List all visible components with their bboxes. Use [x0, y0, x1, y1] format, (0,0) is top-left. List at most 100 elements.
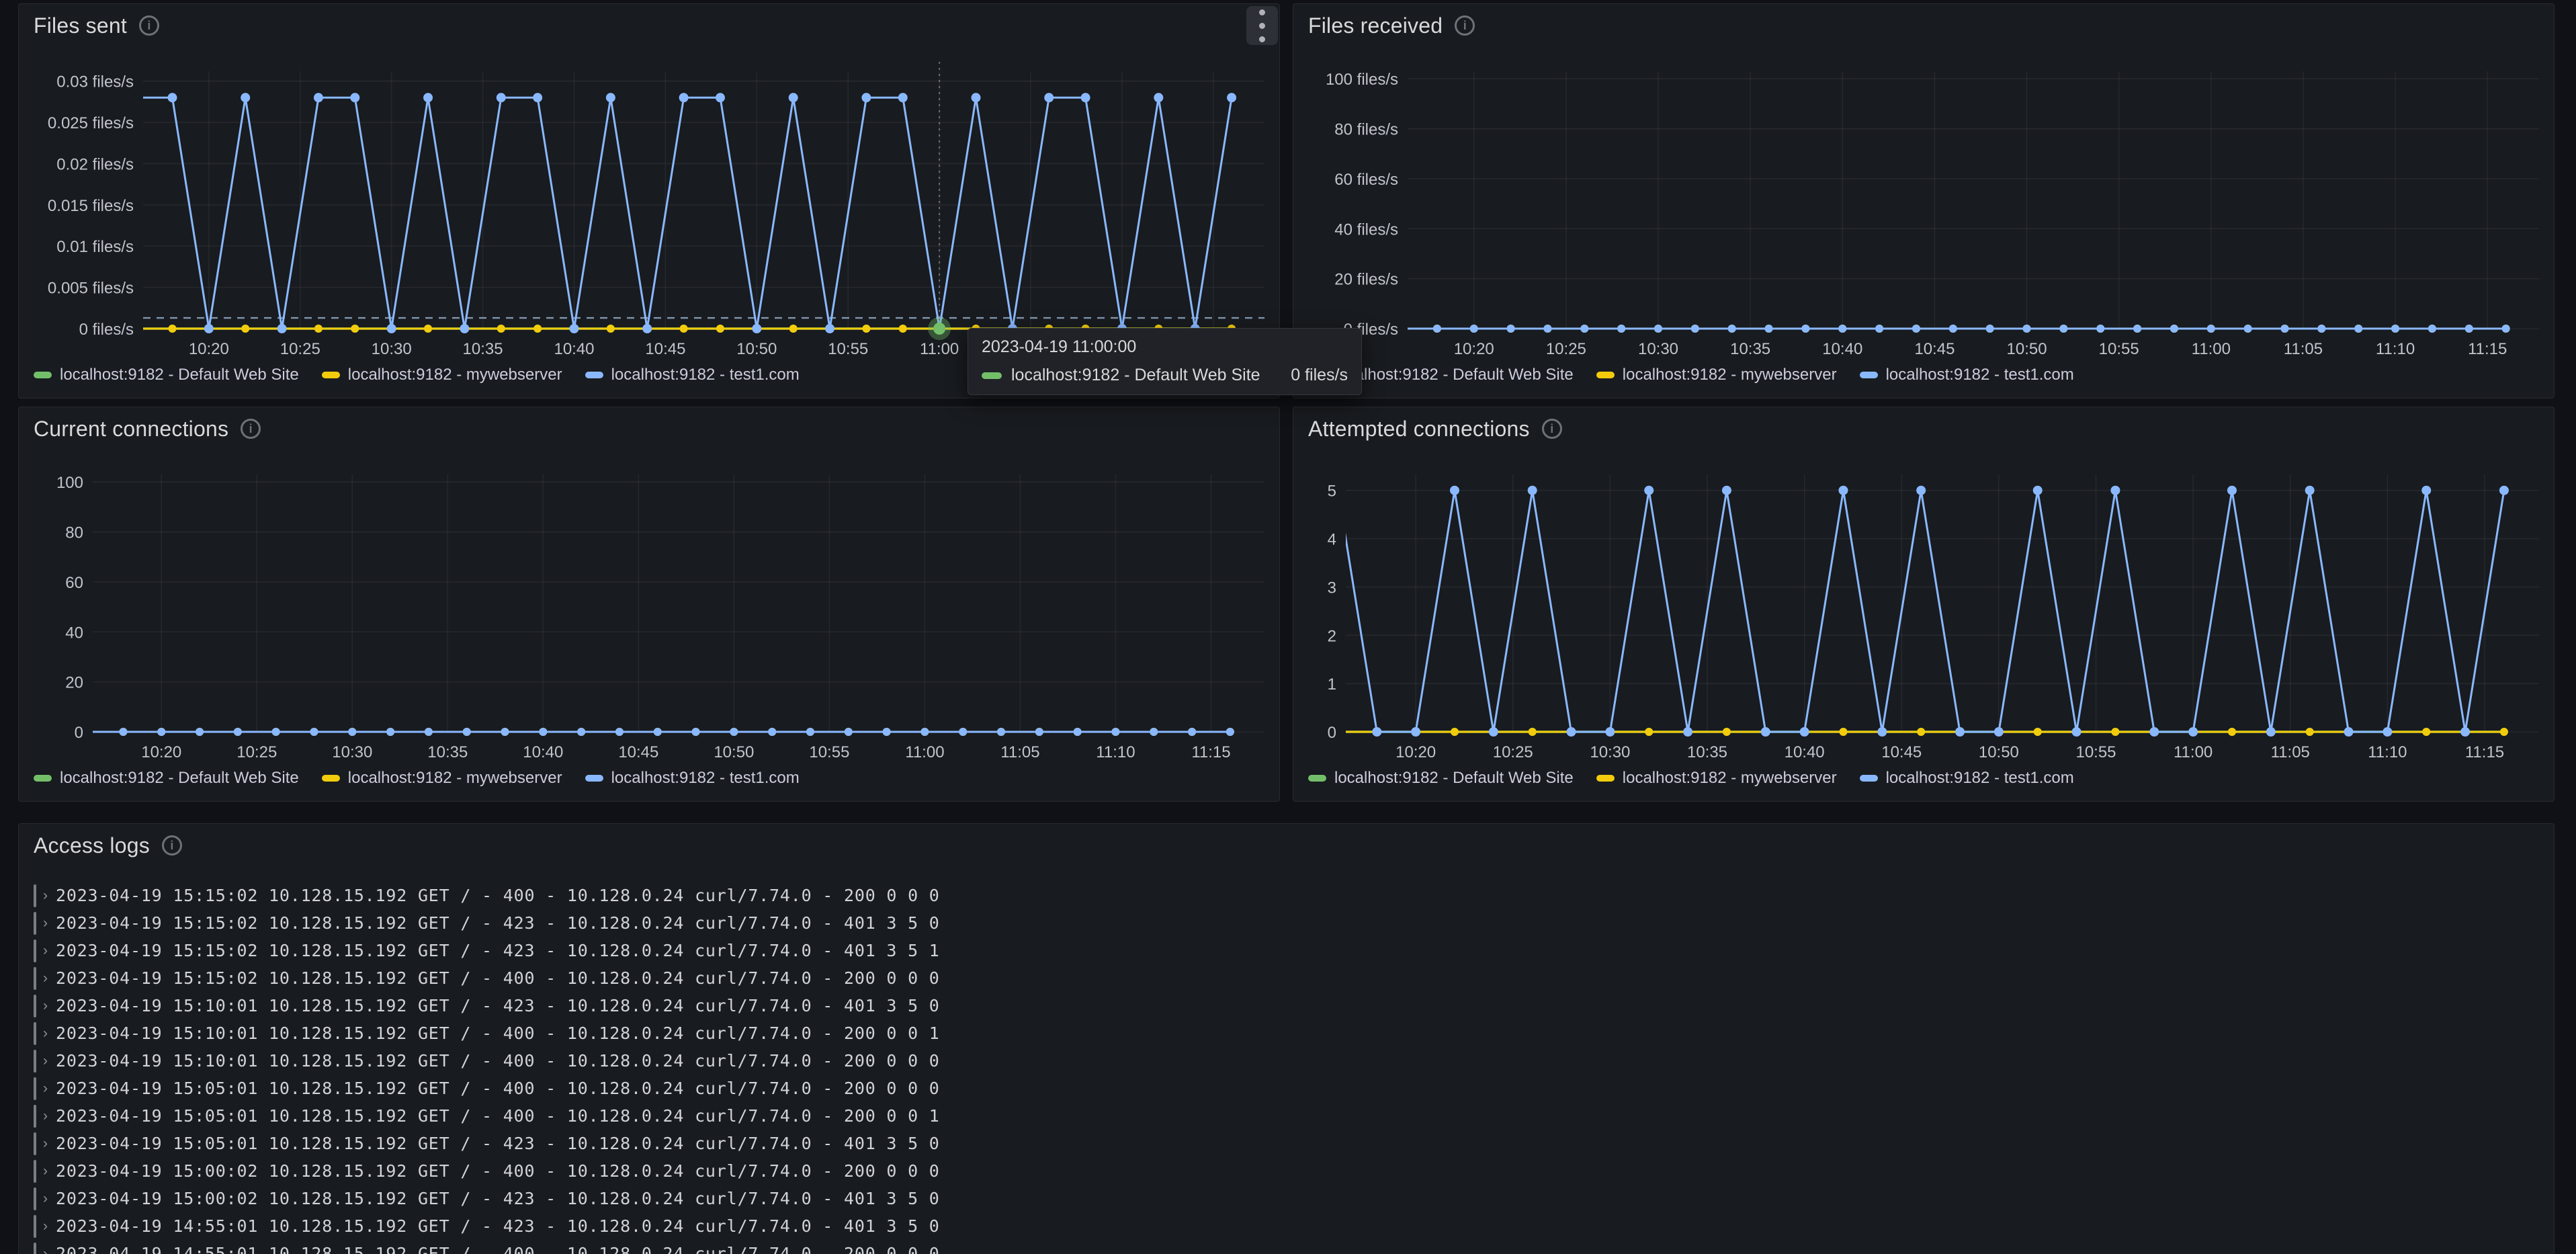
log-level-bar — [34, 966, 36, 990]
svg-text:10:25: 10:25 — [237, 743, 277, 761]
log-row[interactable]: › 2023-04-19 15:05:01 10.128.15.192 GET /… — [34, 1075, 2539, 1102]
info-icon[interactable]: i — [161, 835, 182, 855]
info-icon[interactable]: i — [1541, 419, 1562, 439]
log-level-bar — [34, 911, 36, 935]
log-row[interactable]: › 2023-04-19 15:15:02 10.128.15.192 GET /… — [34, 964, 2539, 992]
log-expand-chevron-icon[interactable]: › — [43, 1246, 48, 1254]
log-list: › 2023-04-19 15:15:02 10.128.15.192 GET /… — [34, 882, 2539, 1254]
svg-text:20: 20 — [65, 674, 83, 692]
log-row[interactable]: › 2023-04-19 15:10:01 10.128.15.192 GET /… — [34, 992, 2539, 1019]
legend-series-chip — [1596, 372, 1615, 378]
panel-title-current-connections: Current connections — [34, 416, 229, 441]
svg-text:10:20: 10:20 — [189, 340, 229, 358]
svg-text:10:50: 10:50 — [2007, 340, 2047, 358]
legend-series-label: localhost:9182 - Default Web Site — [60, 769, 299, 787]
svg-text:10:55: 10:55 — [809, 743, 849, 761]
log-expand-chevron-icon[interactable]: › — [43, 943, 48, 959]
legend-series-label: localhost:9182 - test1.com — [611, 769, 800, 787]
log-row[interactable]: › 2023-04-19 15:00:02 10.128.15.192 GET /… — [34, 1157, 2539, 1185]
legend-item[interactable]: localhost:9182 - Default Web Site — [1308, 769, 1574, 788]
log-row[interactable]: › 2023-04-19 15:05:01 10.128.15.192 GET /… — [34, 1102, 2539, 1130]
svg-text:10:45: 10:45 — [1881, 743, 1922, 761]
info-icon[interactable]: i — [1455, 15, 1475, 36]
svg-text:10:45: 10:45 — [618, 743, 658, 761]
log-row[interactable]: › 2023-04-19 15:00:02 10.128.15.192 GET /… — [34, 1185, 2539, 1212]
panel-title-attempted-connections: Attempted connections — [1308, 416, 1530, 441]
grafana-dashboard: { "dashboard": { "background": "#0f1116"… — [0, 0, 2576, 1254]
chart-attempted-connections[interactable]: 0 1 2 3 4 5 10:20 10:25 10:30 10:35 10:40 10:45 10:5… — [1300, 448, 2547, 763]
svg-text:10:40: 10:40 — [523, 743, 563, 761]
svg-text:11:05: 11:05 — [2284, 340, 2323, 358]
svg-text:0.025 files/s: 0.025 files/s — [48, 114, 134, 132]
log-expand-chevron-icon[interactable]: › — [43, 1163, 48, 1179]
legend-item[interactable]: localhost:9182 - test1.com — [1859, 769, 2074, 788]
log-level-bar — [34, 1187, 36, 1210]
log-expand-chevron-icon[interactable]: › — [43, 1026, 48, 1042]
legend-current-connections: localhost:9182 - Default Web Site localho… — [34, 764, 1269, 792]
chart-files-sent[interactable]: 0 files/s 0.005 files/s 0.01 files/s 0.015 … — [26, 44, 1273, 360]
svg-text:10:50: 10:50 — [1979, 743, 2019, 761]
log-expand-chevron-icon[interactable]: › — [43, 1053, 48, 1069]
log-row[interactable]: › 2023-04-19 15:15:02 10.128.15.192 GET /… — [34, 937, 2539, 964]
log-row[interactable]: › 2023-04-19 15:05:01 10.128.15.192 GET /… — [34, 1130, 2539, 1157]
svg-text:80 files/s: 80 files/s — [1334, 121, 1398, 139]
svg-text:10:50: 10:50 — [736, 340, 777, 358]
log-line-text: 2023-04-19 15:05:01 10.128.15.192 GET / … — [56, 1079, 940, 1098]
svg-text:10:40: 10:40 — [1822, 340, 1862, 358]
log-line-text: 2023-04-19 15:15:02 10.128.15.192 GET / … — [56, 941, 940, 960]
log-row[interactable]: › 2023-04-19 14:55:01 10.128.15.192 GET /… — [34, 1240, 2539, 1254]
tooltip-series-chip — [982, 372, 1002, 379]
legend-item[interactable]: localhost:9182 - mywebserver — [321, 366, 562, 384]
legend-item[interactable]: localhost:9182 - test1.com — [585, 366, 800, 384]
svg-text:11:00: 11:00 — [905, 743, 944, 761]
log-expand-chevron-icon[interactable]: › — [43, 915, 48, 931]
log-expand-chevron-icon[interactable]: › — [43, 998, 48, 1014]
legend-item[interactable]: localhost:9182 - mywebserver — [1596, 366, 1837, 384]
log-line-text: 2023-04-19 14:55:01 10.128.15.192 GET / … — [56, 1244, 940, 1254]
legend-item[interactable]: localhost:9182 - mywebserver — [1596, 769, 1837, 788]
log-row[interactable]: › 2023-04-19 14:55:01 10.128.15.192 GET /… — [34, 1212, 2539, 1240]
svg-text:20 files/s: 20 files/s — [1334, 271, 1398, 289]
legend-item[interactable]: localhost:9182 - Default Web Site — [34, 769, 299, 788]
log-row[interactable]: › 2023-04-19 15:15:02 10.128.15.192 GET /… — [34, 882, 2539, 909]
log-expand-chevron-icon[interactable]: › — [43, 1218, 48, 1235]
log-row[interactable]: › 2023-04-19 15:15:02 10.128.15.192 GET /… — [34, 909, 2539, 937]
svg-text:1: 1 — [1328, 675, 1336, 694]
log-row[interactable]: › 2023-04-19 15:10:01 10.128.15.192 GET /… — [34, 1019, 2539, 1047]
legend-series-label: localhost:9182 - mywebserver — [347, 769, 562, 787]
svg-text:0.01 files/s: 0.01 files/s — [56, 238, 134, 256]
legend-series-label: localhost:9182 - test1.com — [1885, 366, 2074, 384]
info-icon[interactable]: i — [241, 419, 261, 439]
legend-series-chip — [585, 775, 603, 782]
legend-item[interactable]: localhost:9182 - test1.com — [585, 769, 800, 788]
chart-current-connections[interactable]: 0 20 40 60 80 100 10:20 10:25 10:30 10:35 10:40 10:… — [26, 448, 1273, 763]
log-expand-chevron-icon[interactable]: › — [43, 1108, 48, 1124]
log-line-text: 2023-04-19 15:15:02 10.128.15.192 GET / … — [56, 968, 940, 988]
log-expand-chevron-icon[interactable]: › — [43, 970, 48, 987]
svg-text:0 files/s: 0 files/s — [79, 321, 134, 339]
log-expand-chevron-icon[interactable]: › — [43, 1136, 48, 1152]
log-expand-chevron-icon[interactable]: › — [43, 1191, 48, 1207]
svg-text:4: 4 — [1328, 531, 1336, 549]
svg-text:100 files/s: 100 files/s — [1326, 71, 1398, 89]
log-expand-chevron-icon[interactable]: › — [43, 888, 48, 904]
info-icon[interactable]: i — [138, 15, 159, 36]
chart-files-received[interactable]: 0 files/s 20 files/s 40 files/s 60 files/s 8… — [1300, 44, 2547, 360]
log-line-text: 2023-04-19 15:10:01 10.128.15.192 GET / … — [56, 996, 940, 1015]
legend-item[interactable]: localhost:9182 - mywebserver — [321, 769, 562, 788]
legend-item[interactable]: localhost:9182 - Default Web Site — [34, 366, 299, 384]
svg-text:0.015 files/s: 0.015 files/s — [48, 197, 134, 215]
svg-text:11:15: 11:15 — [2465, 743, 2504, 761]
svg-text:10:45: 10:45 — [1914, 340, 1955, 358]
log-expand-chevron-icon[interactable]: › — [43, 1081, 48, 1097]
panel-access-logs: Access logs i › 2023-04-19 15:15:02 10.12… — [18, 823, 2554, 1254]
log-row[interactable]: › 2023-04-19 15:10:01 10.128.15.192 GET /… — [34, 1047, 2539, 1075]
tooltip-timestamp: 2023-04-19 11:00:00 — [982, 337, 1137, 356]
log-line-text: 2023-04-19 15:15:02 10.128.15.192 GET / … — [56, 913, 940, 933]
log-level-bar — [34, 994, 36, 1017]
legend-item[interactable]: localhost:9182 - test1.com — [1859, 366, 2074, 384]
svg-text:10:45: 10:45 — [645, 340, 685, 358]
log-level-bar — [34, 1077, 36, 1100]
log-level-bar — [34, 1242, 36, 1254]
panel-menu-button[interactable] — [1246, 6, 1278, 45]
